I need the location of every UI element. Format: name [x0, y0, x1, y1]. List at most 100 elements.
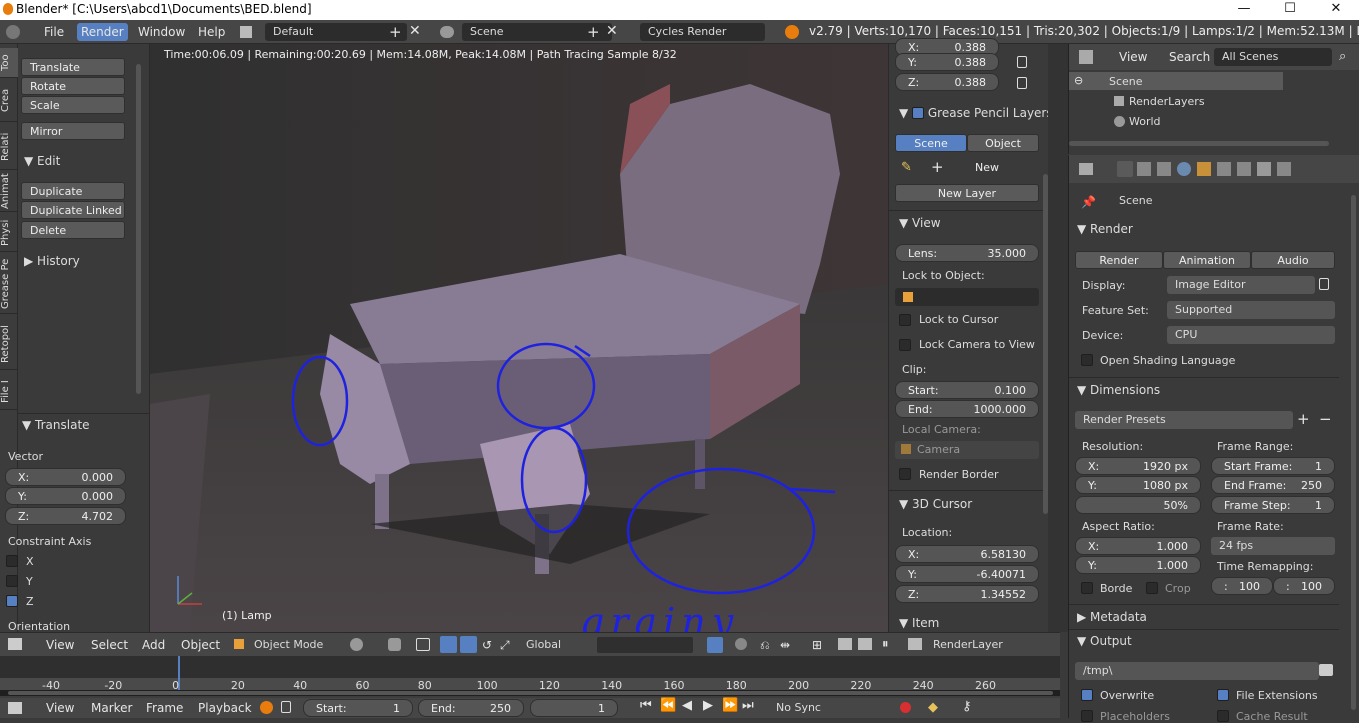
output-path-field[interactable]: /tmp\ — [1075, 662, 1319, 680]
render-presets-select[interactable]: Render Presets — [1075, 411, 1293, 429]
scene-tab-icon[interactable] — [1157, 162, 1171, 176]
timeline-ruler[interactable] — [0, 678, 1060, 690]
vector-x-field[interactable]: X: 0.000 — [5, 468, 126, 486]
operator-panel-header[interactable]: ▼ Translate — [22, 415, 90, 435]
timeline[interactable]: -40 -20 0 20 40 60 80 100 120 140 160 180 200 220 240 2… — [0, 656, 1060, 698]
tab-create[interactable]: Crea — [0, 80, 18, 122]
rotate-manipulator-icon[interactable] — [460, 636, 477, 653]
remove-preset-icon[interactable]: − — [1319, 410, 1332, 428]
local-camera-field[interactable]: Camera — [895, 441, 1039, 459]
add-scene-icon[interactable]: + — [587, 23, 600, 41]
grease-object-tab[interactable]: Object — [967, 134, 1039, 152]
display-lock-icon[interactable] — [1319, 278, 1329, 290]
viewport-object-menu[interactable]: Object — [177, 636, 224, 654]
lock-cursor-checkbox[interactable] — [899, 314, 911, 326]
animation-button[interactable]: Animation — [1163, 251, 1251, 269]
manipulator-icon[interactable] — [416, 638, 430, 651]
rotate-button[interactable]: Rotate — [21, 77, 125, 95]
outliner-search-menu[interactable]: Search — [1165, 48, 1214, 66]
modifiers-tab-icon[interactable] — [1237, 162, 1251, 176]
lock-object-field[interactable] — [895, 288, 1039, 306]
play-reverse-icon[interactable]: ◀ — [682, 698, 692, 713]
tab-animation[interactable]: Animat — [0, 172, 18, 212]
lock-y-icon[interactable] — [1017, 56, 1027, 68]
start-frame-field[interactable]: Start Frame: 1 — [1211, 457, 1335, 475]
menu-help[interactable]: Help — [194, 23, 229, 41]
timeline-lock-icon[interactable] — [281, 701, 291, 713]
vector-y-field[interactable]: Y: 0.000 — [5, 487, 126, 505]
viewport-select-menu[interactable]: Select — [87, 636, 132, 654]
screen-layout-field[interactable]: Default — [265, 23, 407, 41]
cursor-x-field[interactable]: X: 6.58130 — [895, 545, 1039, 563]
transform-orientation-select[interactable]: Global — [518, 636, 590, 654]
menu-render[interactable]: Render — [77, 23, 128, 41]
render-button[interactable]: Render — [1075, 251, 1163, 269]
opengl-render-icon[interactable] — [838, 638, 852, 650]
lock-camera-checkbox[interactable] — [899, 339, 911, 351]
resolution-y-field[interactable]: Y: 1080 px — [1075, 476, 1201, 494]
toolshelf-scrollbar[interactable] — [136, 64, 141, 394]
osl-checkbox[interactable] — [1081, 354, 1093, 366]
lock-z-icon[interactable] — [1017, 77, 1027, 89]
cache-result-checkbox[interactable] — [1217, 710, 1229, 722]
current-frame-field[interactable]: 1 — [530, 699, 618, 717]
scene-icon[interactable] — [440, 26, 454, 38]
outliner-view-menu[interactable]: View — [1115, 48, 1151, 66]
sync-mode-select[interactable]: No Sync — [768, 699, 876, 717]
scale-icon[interactable]: ⤢ — [500, 638, 510, 653]
new-grease-button[interactable]: New — [895, 159, 1039, 177]
duplicate-linked-button[interactable]: Duplicate Linked — [21, 201, 125, 219]
aspect-y-field[interactable]: Y: 1.000 — [1075, 556, 1201, 574]
scale-z-field[interactable]: Z: 0.388 — [895, 73, 999, 91]
translate-button[interactable]: Translate — [21, 58, 125, 76]
properties-scrollbar[interactable] — [1351, 195, 1356, 710]
constraint-y-checkbox[interactable] — [6, 575, 18, 587]
scale-y-field[interactable]: Y: 0.388 — [895, 53, 999, 71]
snap-element-icon[interactable]: ⇹ — [780, 638, 790, 652]
cursor-z-field[interactable]: Z: 1.34552 — [895, 585, 1039, 603]
mirror-button[interactable]: Mirror — [21, 122, 125, 140]
resolution-percent-field[interactable]: 50% — [1075, 496, 1201, 514]
scale-button[interactable]: Scale — [21, 96, 125, 114]
layer-buttons[interactable] — [597, 637, 693, 653]
constraint-z-checkbox[interactable] — [6, 595, 18, 607]
end-frame-timeline-field[interactable]: End: 250 — [418, 699, 524, 717]
display-select[interactable]: Image Editor — [1167, 276, 1315, 294]
jump-keyframe-forward-icon[interactable]: ⏩ — [722, 698, 738, 713]
add-preset-icon[interactable]: + — [1297, 410, 1310, 428]
timeline-playback-menu[interactable]: Playback — [194, 699, 256, 717]
new-layer-button[interactable]: New Layer — [895, 184, 1039, 202]
outliner-filter-select[interactable]: All Scenes — [1214, 48, 1332, 66]
menu-file[interactable]: File — [40, 23, 68, 41]
play-icon[interactable]: ▶ — [703, 698, 713, 713]
properties-editor-icon[interactable] — [1079, 163, 1093, 175]
jump-keyframe-back-icon[interactable]: ⏪ — [660, 698, 676, 713]
tab-relations[interactable]: Relati — [0, 124, 18, 170]
duplicate-button[interactable]: Duplicate — [21, 182, 125, 200]
render-engine-select[interactable]: Cycles Render — [640, 23, 765, 41]
render-border-checkbox[interactable] — [899, 468, 911, 480]
tab-file[interactable]: File I — [0, 374, 18, 410]
opengl-animation-icon[interactable] — [858, 638, 872, 650]
tab-retopology[interactable]: Retopol — [0, 320, 18, 370]
file-extensions-checkbox[interactable] — [1217, 689, 1229, 701]
metadata-panel-header[interactable]: ▶ Metadata — [1077, 607, 1147, 627]
cursor-panel-header[interactable]: ▼ 3D Cursor — [899, 494, 972, 514]
3d-viewport[interactable]: Time:00:06.09 | Remaining:00:20.69 | Mem… — [150, 44, 888, 632]
pivot-icon[interactable] — [388, 638, 401, 651]
placeholders-checkbox[interactable] — [1081, 710, 1093, 722]
outliner-scene-row[interactable] — [1069, 72, 1283, 90]
lens-field[interactable]: Lens: 35.000 — [895, 244, 1039, 262]
vector-z-field[interactable]: Z: 4.702 — [5, 507, 126, 525]
jump-start-icon[interactable]: ⏮ — [640, 698, 652, 713]
interaction-mode-select[interactable]: Object Mode — [246, 636, 344, 654]
history-panel-header[interactable]: ▶ History — [24, 251, 80, 271]
delete-screen-icon[interactable]: ✕ — [409, 23, 421, 39]
timeline-marker-menu[interactable]: Marker — [87, 699, 136, 717]
feature-set-select[interactable]: Supported — [1167, 301, 1335, 319]
item-panel-header[interactable]: ▼ Item — [899, 613, 939, 633]
shading-mode-icon[interactable] — [350, 638, 363, 651]
frame-rate-select[interactable]: 24 fps — [1211, 537, 1335, 555]
outliner-world[interactable]: World — [1129, 115, 1161, 128]
timeline-keyframe-area[interactable] — [0, 656, 1060, 678]
